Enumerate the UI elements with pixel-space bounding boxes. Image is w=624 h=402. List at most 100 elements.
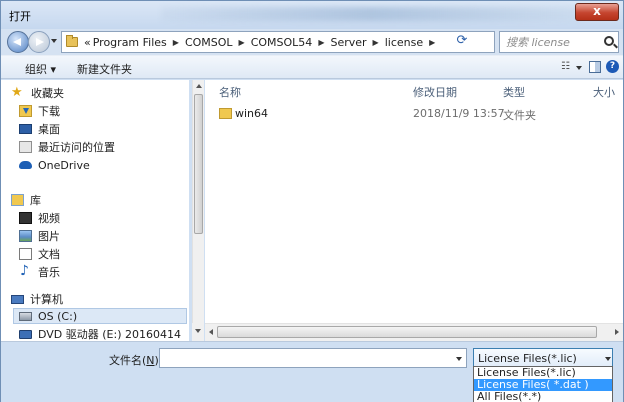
chevron-right-icon[interactable]: ▶ xyxy=(373,38,379,47)
column-header-size[interactable]: 大小 xyxy=(593,84,615,100)
filename-dropdown-icon[interactable] xyxy=(456,357,462,361)
recent-locations-dropdown-icon[interactable] xyxy=(51,39,57,43)
filename-input[interactable] xyxy=(159,348,467,368)
view-dropdown-icon[interactable] xyxy=(576,66,582,70)
column-header-type[interactable]: 类型 xyxy=(503,84,525,100)
recent-places-icon xyxy=(19,141,32,153)
view-options-icon[interactable]: ☷ xyxy=(561,61,573,73)
address-row: « Program Files ▶ COMSOL ▶ COMSOL54 ▶ Se… xyxy=(1,29,623,55)
breadcrumb-program-files[interactable]: Program Files xyxy=(93,36,167,49)
search-placeholder: 搜索 license xyxy=(506,36,570,49)
video-icon xyxy=(19,212,32,224)
dvd-drive-icon xyxy=(19,329,32,339)
refresh-icon[interactable]: ⟳ xyxy=(453,32,471,50)
filter-option[interactable]: All Files(*.*) xyxy=(474,391,612,402)
nav-label: 桌面 xyxy=(38,123,60,136)
file-type-filter-list: License Files(*.lic) License Files( *.da… xyxy=(473,366,613,402)
new-folder-button[interactable]: 新建文件夹 xyxy=(77,61,132,77)
chevron-right-icon[interactable]: ▶ xyxy=(429,38,435,47)
navigation-scrollbar-bottom[interactable] xyxy=(192,323,204,341)
dialog-title: 打开 xyxy=(9,10,31,23)
nav-label: 计算机 xyxy=(30,293,63,306)
back-button[interactable] xyxy=(7,31,29,53)
cloud-icon xyxy=(19,161,32,169)
nav-pictures[interactable]: 图片 xyxy=(19,228,60,244)
forward-button[interactable] xyxy=(28,31,50,53)
library-icon xyxy=(11,194,24,206)
file-list: 名称 修改日期 类型 大小 win64 2018/11/9 13:57 文件夹 xyxy=(205,80,623,323)
nav-label: 文档 xyxy=(38,248,60,261)
command-toolbar: 组织 ▾ 新建文件夹 ☷ ? xyxy=(1,55,623,79)
computer-icon xyxy=(11,294,24,304)
hard-drive-icon xyxy=(19,311,32,321)
picture-icon xyxy=(19,230,32,242)
downloads-icon xyxy=(19,105,32,117)
organize-button[interactable]: 组织 ▾ xyxy=(25,61,56,77)
nav-music[interactable]: 音乐 xyxy=(19,263,60,280)
file-type-filter-select[interactable]: License Files(*.lic) xyxy=(473,348,613,368)
nav-recent[interactable]: 最近访问的位置 xyxy=(19,139,115,155)
breadcrumb-server[interactable]: Server xyxy=(330,36,366,49)
scroll-thumb[interactable] xyxy=(194,94,203,234)
filename-label: 文件名(N): xyxy=(109,352,163,368)
scroll-down-icon[interactable] xyxy=(195,329,201,333)
folder-icon xyxy=(66,35,78,47)
nav-label: 音乐 xyxy=(38,266,60,279)
nav-computer[interactable]: 计算机 xyxy=(11,291,63,307)
scroll-up-icon[interactable] xyxy=(196,84,202,88)
column-header-name[interactable]: 名称 xyxy=(219,84,241,100)
nav-onedrive[interactable]: OneDrive xyxy=(19,157,90,173)
nav-favorites[interactable]: ★ 收藏夹 xyxy=(11,85,64,101)
breadcrumb-comsol54[interactable]: COMSOL54 xyxy=(251,36,313,49)
chevron-right-icon[interactable]: ▶ xyxy=(173,38,179,47)
close-button[interactable]: x xyxy=(575,3,619,21)
nav-label: DVD 驱动器 (E:) 20160414 xyxy=(38,328,181,341)
title-bar: 打开 x xyxy=(1,1,623,29)
nav-label: 最近访问的位置 xyxy=(38,141,115,154)
navigation-scrollbar[interactable] xyxy=(192,80,204,341)
nav-os-drive[interactable]: OS (C:) xyxy=(13,308,187,324)
chevron-right-icon[interactable]: ▶ xyxy=(318,38,324,47)
file-type: 文件夹 xyxy=(503,109,536,122)
help-icon[interactable]: ? xyxy=(606,60,619,73)
star-icon: ★ xyxy=(11,85,23,100)
document-icon xyxy=(19,248,32,260)
address-bar[interactable]: « Program Files ▶ COMSOL ▶ COMSOL54 ▶ Se… xyxy=(61,31,495,53)
scroll-right-icon[interactable] xyxy=(615,329,619,335)
desktop-icon xyxy=(19,124,32,134)
file-date: 2018/11/9 13:57 xyxy=(413,107,505,120)
search-icon[interactable] xyxy=(604,36,614,46)
music-icon xyxy=(19,263,32,279)
column-header-date[interactable]: 修改日期 xyxy=(413,84,457,100)
chevron-right-icon[interactable]: ▶ xyxy=(239,38,245,47)
nav-label: 图片 xyxy=(38,230,60,243)
nav-documents[interactable]: 文档 xyxy=(19,246,60,262)
nav-desktop[interactable]: 桌面 xyxy=(19,121,60,137)
breadcrumb-comsol[interactable]: COMSOL xyxy=(185,36,233,49)
scroll-thumb[interactable] xyxy=(217,326,597,338)
preview-pane-icon[interactable] xyxy=(589,61,601,73)
search-input[interactable]: 搜索 license xyxy=(499,31,619,53)
filename-label-text: 文件名( xyxy=(109,354,147,367)
nav-dvd-drive[interactable]: DVD 驱动器 (E:) 20160414 xyxy=(19,326,181,341)
breadcrumb-overflow[interactable]: « xyxy=(84,36,91,49)
breadcrumb-license[interactable]: license xyxy=(385,36,423,49)
open-file-dialog: 打开 x « Program Files ▶ COMSOL ▶ COMSOL54… xyxy=(0,0,624,402)
horizontal-scrollbar[interactable] xyxy=(205,323,623,341)
nav-label: 收藏夹 xyxy=(31,87,64,100)
folder-icon xyxy=(219,108,232,119)
blurred-title-path xyxy=(161,7,581,21)
filename-label-hotkey: N xyxy=(146,354,155,367)
filter-dropdown-icon[interactable] xyxy=(605,357,611,361)
list-item[interactable]: win64 2018/11/9 13:57 文件夹 xyxy=(217,105,621,123)
nav-label: 下载 xyxy=(38,105,60,118)
nav-videos[interactable]: 视频 xyxy=(19,210,60,226)
nav-libraries[interactable]: 库 xyxy=(11,192,41,208)
scroll-left-icon[interactable] xyxy=(209,329,213,335)
navigation-pane: ★ 收藏夹 下载 桌面 最近访问的位置 OneDrive 库 视频 图片 文档 … xyxy=(1,80,189,341)
nav-label: OneDrive xyxy=(38,158,90,172)
nav-downloads[interactable]: 下载 xyxy=(19,103,60,119)
nav-label: 库 xyxy=(30,194,41,207)
file-name: win64 xyxy=(235,107,269,120)
nav-label: OS (C:) xyxy=(38,309,78,323)
